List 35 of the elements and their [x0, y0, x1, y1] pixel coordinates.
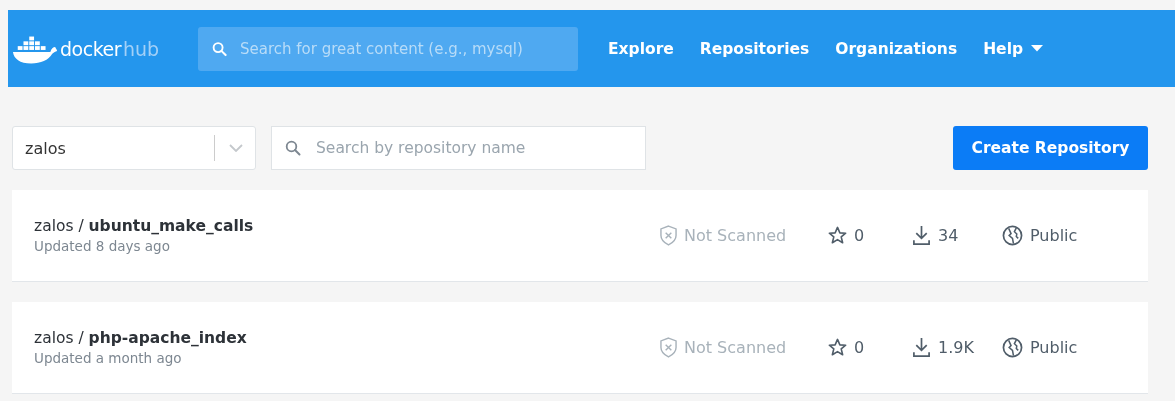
- visibility-text: Public: [1030, 338, 1078, 357]
- download-icon: [912, 225, 931, 246]
- repository-card[interactable]: zalos / php-apache_index Updated a month ago Not Scanned 0 1.9K Public: [12, 302, 1148, 394]
- repository-title[interactable]: zalos / ubuntu_make_calls: [34, 217, 660, 235]
- star-icon: [828, 338, 847, 357]
- scan-status: Not Scanned: [684, 338, 787, 357]
- globe-icon: [1002, 225, 1023, 246]
- repository-card[interactable]: zalos / ubuntu_make_calls Updated 8 days ago Not Scanned 0 34 Public: [12, 190, 1148, 282]
- shield-x-icon: [660, 225, 677, 246]
- repository-search-field[interactable]: Search by repository name: [271, 126, 646, 170]
- logo-text[interactable]: docker: [60, 37, 121, 60]
- search-icon: [285, 140, 301, 156]
- namespace-dropdown[interactable]: zalos: [12, 126, 256, 170]
- scan-status: Not Scanned: [684, 226, 787, 245]
- star-icon: [828, 226, 847, 245]
- chevron-down-icon: [229, 144, 243, 152]
- caret-icon: [1031, 45, 1044, 52]
- search-field[interactable]: Search for great content (e.g., mysql): [198, 26, 578, 71]
- create-repository-button[interactable]: Create Repository: [953, 126, 1148, 170]
- nav-link[interactable]: Repositories: [699, 39, 810, 58]
- nav-link[interactable]: Explore: [608, 39, 674, 58]
- updated-text: Updated a month ago: [34, 350, 183, 366]
- globe-icon: [1002, 337, 1023, 358]
- search-icon: [212, 41, 227, 56]
- download-count: 1.9K: [938, 338, 974, 357]
- shield-x-icon: [660, 337, 677, 358]
- repository-title[interactable]: zalos / php-apache_index: [34, 329, 660, 347]
- star-count: 0: [854, 338, 865, 357]
- download-count: 34: [938, 226, 959, 245]
- visibility-text: Public: [1030, 226, 1078, 245]
- nav-menu[interactable]: Help: [983, 39, 1044, 58]
- star-count: 0: [854, 226, 865, 245]
- updated-text: Updated 8 days ago: [34, 238, 171, 254]
- download-icon: [912, 337, 931, 358]
- nav-link[interactable]: Organizations: [835, 39, 958, 58]
